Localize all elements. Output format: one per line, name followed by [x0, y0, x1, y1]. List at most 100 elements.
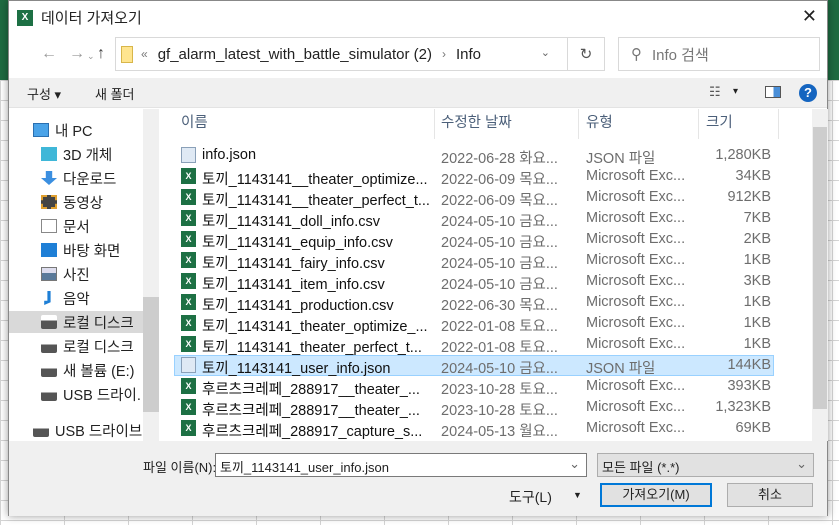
- nav-item[interactable]: 로컬 디스크: [9, 335, 143, 357]
- file-row[interactable]: info.json 2022-06-28 화요... JSON 파일 1,280KB: [174, 145, 774, 167]
- file-size: 3KB: [743, 273, 771, 289]
- filename-value: 토끼_1143141_user_info.json: [220, 460, 389, 475]
- nav-item-label: 바탕 화면: [63, 243, 121, 260]
- excel-file-icon: X: [181, 336, 196, 352]
- view-options-icon[interactable]: ☷: [709, 84, 721, 100]
- nav-item[interactable]: 로컬 디스크: [9, 311, 143, 333]
- file-row[interactable]: X 후르츠크레페_288917__theater_... 2023-10-28 토요…: [174, 376, 774, 398]
- file-list-scrollbar[interactable]: [812, 109, 828, 441]
- file-name: 토끼_1143141__theater_optimize...: [202, 172, 428, 188]
- drive-icon: [41, 387, 57, 401]
- excel-file-icon: X: [181, 273, 196, 289]
- excel-file-icon: X: [181, 210, 196, 226]
- toolbar: 구성 ▾ 새 폴더 ☷ ▾ ?: [9, 78, 827, 108]
- preview-pane-icon[interactable]: [765, 86, 781, 98]
- chevron-down-icon[interactable]: ⌄: [541, 46, 550, 59]
- folder-icon: [121, 45, 133, 63]
- nav-item[interactable]: 새 볼륨 (E:): [9, 359, 143, 381]
- file-row[interactable]: X 토끼_1143141_theater_perfect_t... 2022-01-…: [174, 334, 774, 356]
- nav-item-label: USB 드라이브: [55, 423, 143, 440]
- column-header-type[interactable]: 유형: [586, 111, 613, 139]
- search-input[interactable]: ⚲ Info 검색: [618, 37, 820, 71]
- file-date: 2022-01-08 토요...: [441, 319, 558, 335]
- nav-item[interactable]: 음악: [9, 287, 143, 309]
- title-bar: X 데이터 가져오기: [17, 7, 142, 28]
- file-row[interactable]: 토끼_1143141_user_info.json 2024-05-10 금요..…: [174, 355, 774, 377]
- nav-item[interactable]: 사진: [9, 263, 143, 285]
- file-type: Microsoft Exc...: [586, 294, 686, 310]
- open-button[interactable]: 가져오기(M): [600, 483, 712, 507]
- file-row[interactable]: X 토끼_1143141__theater_optimize... 2022-06-…: [174, 166, 774, 188]
- file-name: 토끼_1143141_theater_perfect_t...: [202, 340, 422, 356]
- nav-item[interactable]: 바탕 화면: [9, 239, 143, 261]
- tools-button[interactable]: 도구(L): [509, 487, 552, 507]
- recent-chevron-icon[interactable]: ⌄: [87, 51, 95, 62]
- file-row[interactable]: X 토끼_1143141_production.csv 2022-06-30 목요.…: [174, 292, 774, 314]
- nav-item[interactable]: 내 PC: [9, 119, 143, 141]
- file-row[interactable]: X 후르츠크레페_288917__theater_... 2023-10-28 토요…: [174, 397, 774, 419]
- excel-file-icon: X: [181, 252, 196, 268]
- music-icon: [44, 291, 51, 305]
- cancel-button[interactable]: 취소: [727, 483, 813, 507]
- navigation-pane: 내 PC 3D 개체 다운로드 동영상 문서 바탕 화면 사진 음악 로컬 디스크 로컬 디스크 새…: [9, 109, 159, 441]
- nav-scrollbar-thumb[interactable]: [143, 297, 159, 412]
- file-row[interactable]: X 후르츠크레페_288917_capture_s... 2024-05-13 월요…: [174, 418, 774, 440]
- file-type: JSON 파일: [586, 361, 656, 377]
- search-placeholder: Info 검색: [652, 46, 709, 64]
- help-icon[interactable]: ?: [799, 84, 817, 102]
- refresh-icon[interactable]: ↻: [567, 38, 604, 70]
- file-date: 2022-01-08 토요...: [441, 340, 558, 356]
- download-icon: [41, 171, 57, 185]
- organize-button[interactable]: 구성 ▾: [27, 84, 61, 103]
- file-list-scrollbar-thumb[interactable]: [813, 127, 827, 409]
- file-row[interactable]: X 토끼_1143141__theater_perfect_t... 2022-06…: [174, 187, 774, 209]
- forward-icon[interactable]: →: [69, 45, 85, 63]
- file-type-select[interactable]: 모든 파일 (*.*) ⌄: [597, 453, 814, 477]
- close-icon[interactable]: ✕: [802, 6, 817, 27]
- breadcrumb-overflow[interactable]: «: [141, 47, 148, 61]
- file-date: 2023-10-28 토요...: [441, 403, 558, 419]
- file-row[interactable]: X 토끼_1143141_item_info.csv 2024-05-10 금요..…: [174, 271, 774, 293]
- nav-item[interactable]: USB 드라이브: [9, 419, 143, 441]
- file-name: 후르츠크레페_288917_capture_s...: [202, 424, 423, 440]
- breadcrumb-current[interactable]: Info: [456, 46, 481, 63]
- nav-item[interactable]: 다운로드: [9, 167, 143, 189]
- file-date: 2022-06-28 화요...: [441, 151, 558, 167]
- nav-item-label: USB 드라이.: [63, 387, 141, 404]
- file-type: Microsoft Exc...: [586, 231, 686, 247]
- file-row[interactable]: X 토끼_1143141_equip_info.csv 2024-05-10 금요.…: [174, 229, 774, 251]
- column-header-size[interactable]: 크기: [706, 111, 733, 139]
- file-type: Microsoft Exc...: [586, 378, 686, 394]
- file-size: 1KB: [743, 252, 771, 268]
- new-folder-button[interactable]: 새 폴더: [95, 84, 135, 103]
- nav-scrollbar[interactable]: [143, 109, 159, 441]
- view-dropdown[interactable]: ▾: [733, 86, 738, 97]
- breadcrumb-parent[interactable]: gf_alarm_latest_with_battle_simulator (2…: [158, 46, 432, 63]
- tools-dropdown-icon[interactable]: ▼: [573, 490, 582, 500]
- filename-input[interactable]: 토끼_1143141_user_info.json ⌄: [215, 453, 587, 477]
- chevron-down-icon: ⌄: [796, 456, 807, 471]
- pc-icon: [33, 123, 49, 137]
- document-icon: [41, 219, 57, 233]
- column-header-date[interactable]: 수정한 날짜: [441, 111, 512, 139]
- nav-item[interactable]: 3D 개체: [9, 143, 143, 165]
- file-name: info.json: [202, 147, 257, 163]
- column-header-name[interactable]: 이름: [181, 111, 208, 139]
- address-bar[interactable]: « gf_alarm_latest_with_battle_simulator …: [115, 37, 605, 71]
- nav-item[interactable]: USB 드라이.: [9, 383, 143, 405]
- cube-icon: [41, 147, 57, 161]
- file-name: 토끼_1143141_doll_info.csv: [202, 214, 380, 230]
- up-icon[interactable]: ↑: [97, 45, 105, 63]
- chevron-down-icon[interactable]: ⌄: [569, 456, 580, 472]
- nav-item[interactable]: 문서: [9, 215, 143, 237]
- file-date: 2022-06-09 목요...: [441, 193, 558, 209]
- file-row[interactable]: X 토끼_1143141_theater_optimize_... 2022-01-…: [174, 313, 774, 335]
- drive-icon: [33, 423, 49, 437]
- nav-item-label: 동영상: [63, 195, 104, 212]
- nav-item[interactable]: 동영상: [9, 191, 143, 213]
- file-row[interactable]: X 토끼_1143141_fairy_info.csv 2024-05-10 금요.…: [174, 250, 774, 272]
- file-row[interactable]: X 토끼_1143141_doll_info.csv 2024-05-10 금요..…: [174, 208, 774, 230]
- back-icon[interactable]: ←: [41, 45, 57, 63]
- file-size: 7KB: [743, 210, 771, 226]
- file-type: Microsoft Exc...: [586, 189, 686, 205]
